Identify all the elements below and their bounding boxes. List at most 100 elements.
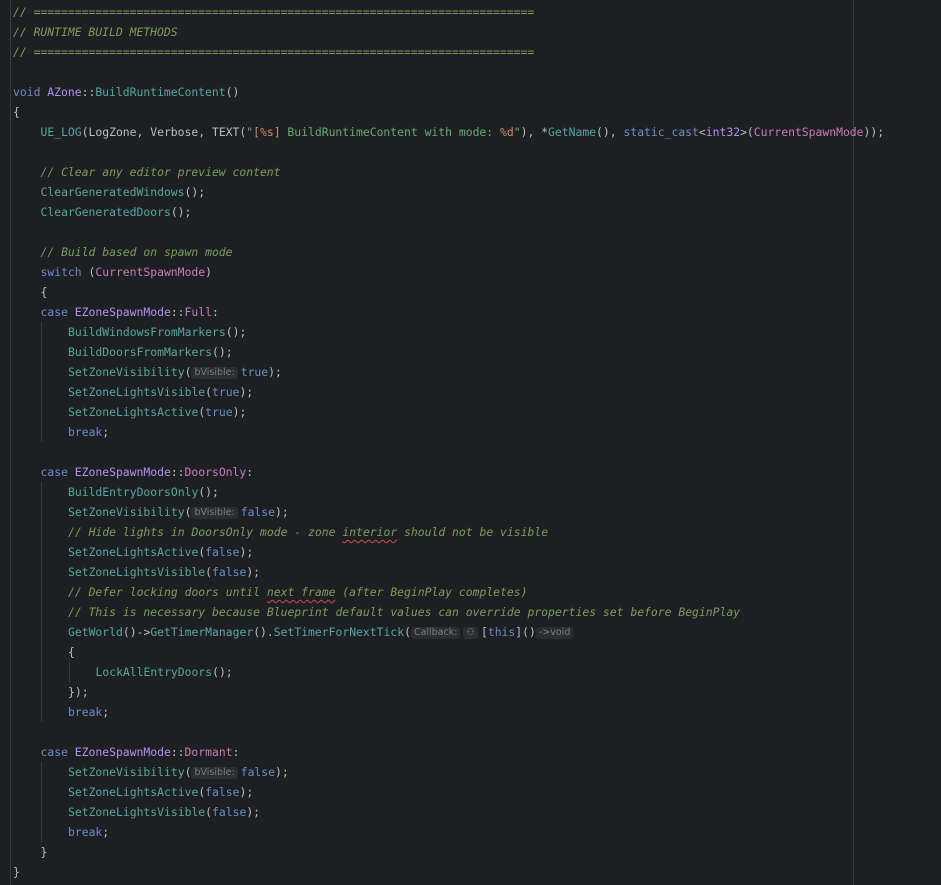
code-token: should not be visible	[397, 525, 549, 539]
code-token: interior	[342, 525, 398, 539]
code-token: (	[205, 385, 213, 399]
code-token: Verbose	[150, 125, 199, 139]
code-line[interactable]: SetZoneLightsVisible(false);	[13, 562, 884, 582]
code-token: BuildEntryDoorsOnly	[68, 485, 199, 499]
code-line[interactable]: SetZoneLightsVisible(true);	[13, 382, 884, 402]
code-token: AZone	[47, 85, 82, 99]
code-line[interactable]: // RUNTIME BUILD METHODS	[13, 22, 884, 42]
code-line[interactable]: switch (CurrentSpawnMode)	[13, 262, 884, 282]
indent-guide	[41, 422, 42, 442]
indent-guide	[41, 662, 42, 682]
code-line[interactable]: case EZoneSpawnMode::Full:	[13, 302, 884, 322]
code-line[interactable]: }	[13, 862, 884, 882]
code-token: case	[40, 745, 68, 759]
code-line[interactable]: SetZoneLightsActive(false);	[13, 542, 884, 562]
code-token: CurrentSpawnMode	[753, 125, 864, 139]
code-line[interactable]: {	[13, 642, 884, 662]
code-line[interactable]: case EZoneSpawnMode::Dormant:	[13, 742, 884, 762]
indent-guide	[41, 582, 42, 602]
code-token: // Defer locking doors until	[68, 585, 267, 599]
code-token: // Build based on spawn mode	[40, 245, 233, 259]
code-line[interactable]: break;	[13, 822, 884, 842]
code-line[interactable]: // Build based on spawn mode	[13, 242, 884, 262]
code-line[interactable]: SetZoneLightsVisible(false);	[13, 802, 884, 822]
code-line[interactable]: SetZoneVisibility(bVisible: false);	[13, 762, 884, 782]
code-token: break	[68, 825, 103, 839]
code-token: ::	[170, 745, 185, 759]
code-token: );	[239, 785, 254, 799]
code-token: ));	[863, 125, 885, 139]
code-token: );	[275, 505, 289, 519]
code-token: SetZoneLightsVisible	[68, 805, 206, 819]
code-line[interactable]: // Hide lights in DoorsOnly mode - zone …	[13, 522, 884, 542]
code-line[interactable]: // This is necessary because Blueprint d…	[13, 602, 884, 622]
code-token: (	[184, 365, 192, 379]
code-line[interactable]: // =====================================…	[13, 42, 884, 62]
code-token: SetZoneVisibility	[68, 365, 185, 379]
code-token: ::	[170, 465, 185, 479]
code-line[interactable]: {	[13, 282, 884, 302]
code-line[interactable]: SetZoneVisibility(bVisible: false);	[13, 502, 884, 522]
code-token: false	[212, 805, 247, 819]
code-token: );	[232, 405, 247, 419]
code-editor[interactable]: // =====================================…	[0, 0, 941, 885]
code-token: false	[240, 765, 276, 779]
code-token: :	[232, 745, 240, 759]
code-line[interactable]: }	[13, 842, 884, 862]
code-line[interactable]: GetWorld()->GetTimerManager().SetTimerFo…	[13, 622, 884, 642]
indent-guide	[41, 522, 42, 542]
code-line[interactable]	[13, 442, 884, 462]
indent-guide	[41, 322, 42, 342]
code-token: {	[40, 285, 48, 299]
code-token: <	[698, 125, 706, 139]
code-line[interactable]: UE_LOG(LogZone, Verbose, TEXT("[%s] Buil…	[13, 122, 885, 142]
code-token: static_cast	[623, 125, 699, 139]
code-line[interactable]: // Clear any editor preview content	[13, 162, 884, 182]
indent-guide	[68, 662, 70, 682]
code-token: );	[246, 805, 261, 819]
code-token: SetTimerForNextTick	[273, 625, 405, 639]
code-token: ;	[102, 705, 110, 719]
code-line[interactable]: // Defer locking doors until next frame …	[13, 582, 884, 602]
code-token: break	[68, 705, 103, 719]
code-token: ,	[198, 125, 212, 139]
code-line[interactable]: case EZoneSpawnMode::DoorsOnly:	[13, 462, 884, 482]
code-line[interactable]: ClearGeneratedWindows();	[13, 182, 884, 202]
code-line[interactable]: ClearGeneratedDoors();	[13, 202, 884, 222]
code-line[interactable]: SetZoneLightsActive(true);	[13, 402, 884, 422]
code-line[interactable]	[13, 142, 884, 162]
code-line[interactable]: LockAllEntryDoors();	[13, 662, 884, 682]
code-token: (	[205, 805, 213, 819]
code-token: ();	[184, 185, 206, 199]
code-token: DoorsOnly	[184, 465, 247, 479]
code-area[interactable]: // =====================================…	[13, 2, 884, 882]
code-token: ();	[212, 345, 233, 359]
code-token: true	[240, 365, 269, 379]
code-line[interactable]	[13, 722, 884, 742]
code-line[interactable]: SetZoneLightsActive(false);	[13, 782, 884, 802]
code-line[interactable]: BuildEntryDoorsOnly();	[13, 482, 884, 502]
inlay-hint: Callback:	[410, 627, 461, 639]
code-token: CurrentSpawnMode	[95, 265, 206, 279]
code-line[interactable]: {	[13, 102, 884, 122]
code-token: SetZoneLightsVisible	[68, 385, 206, 399]
code-line[interactable]	[13, 62, 884, 82]
code-token: ();	[225, 325, 247, 339]
code-token: (),	[596, 125, 624, 139]
code-token: ::	[170, 305, 185, 319]
code-line[interactable]: // =====================================…	[13, 2, 884, 22]
code-line[interactable]: SetZoneVisibility(bVisible: true);	[13, 362, 884, 382]
code-line[interactable]	[13, 222, 884, 242]
code-token: SetZoneLightsVisible	[68, 565, 206, 579]
code-line[interactable]: void AZone::BuildRuntimeContent()	[13, 82, 884, 102]
code-line[interactable]: BuildDoorsFromMarkers();	[13, 342, 884, 362]
code-line[interactable]: break;	[13, 422, 884, 442]
code-token: ()	[522, 625, 536, 639]
code-line[interactable]: break;	[13, 702, 884, 722]
code-token: %d	[500, 125, 514, 139]
code-line[interactable]: });	[13, 682, 884, 702]
code-token: Dormant	[184, 745, 233, 759]
code-token: case	[40, 305, 68, 319]
code-line[interactable]: BuildWindowsFromMarkers();	[13, 322, 884, 342]
